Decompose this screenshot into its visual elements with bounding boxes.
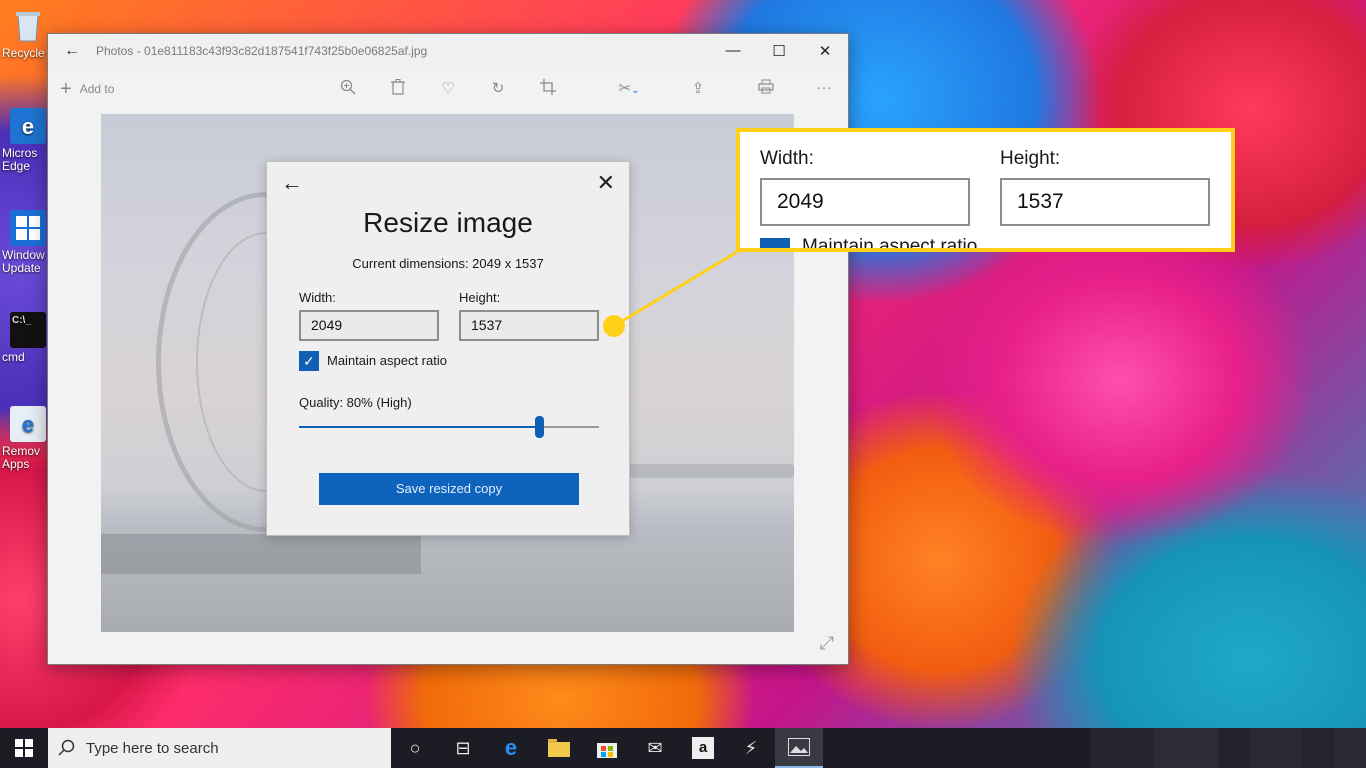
start-button[interactable] <box>0 728 48 768</box>
callout-checkbox <box>760 238 790 248</box>
zoom-callout: Width: 2049 Height: 1537 Maintain aspect… <box>736 128 1235 252</box>
taskbar-search-box[interactable]: Type here to search <box>48 728 391 768</box>
file-explorer-icon[interactable] <box>535 728 583 768</box>
callout-connector <box>603 248 741 337</box>
taskbar: Type here to search ○ ⊟ e ✉ a ⚡ <box>0 728 1366 768</box>
mail-icon[interactable]: ✉ <box>631 728 679 768</box>
callout-partial-text: Maintain aspect ratio <box>802 236 978 252</box>
photos-icon[interactable] <box>775 728 823 768</box>
system-tray <box>1090 728 1366 768</box>
app-icon[interactable]: ⚡ <box>727 728 775 768</box>
callout-height-label: Height: <box>1000 148 1061 169</box>
windows-logo-icon <box>15 739 33 757</box>
callout-height-field: 1537 <box>1000 178 1210 226</box>
callout-width-field: 2049 <box>760 178 970 226</box>
amazon-icon[interactable]: a <box>679 728 727 768</box>
edge-icon[interactable]: e <box>487 728 535 768</box>
callout-width-label: Width: <box>760 148 814 169</box>
store-icon[interactable] <box>583 728 631 768</box>
task-view-icon[interactable]: ⊟ <box>439 728 487 768</box>
cortana-icon[interactable]: ○ <box>391 728 439 768</box>
search-placeholder: Type here to search <box>86 739 219 757</box>
search-icon <box>58 739 75 756</box>
